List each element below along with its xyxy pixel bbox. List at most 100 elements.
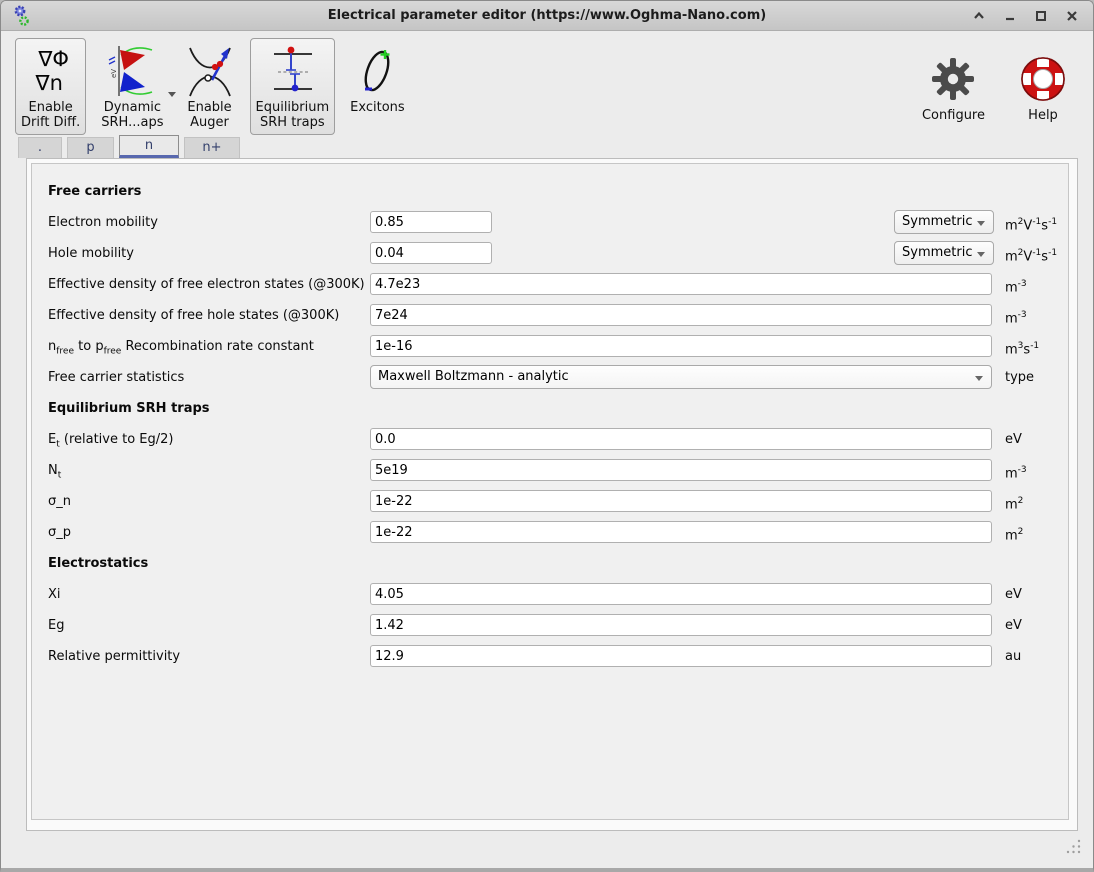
value-input[interactable] [370,428,992,450]
tab-dot[interactable]: . [18,137,62,158]
toolbar-button-label: Configure [921,108,985,123]
tab-p[interactable]: p [67,137,114,158]
value-input[interactable] [370,273,992,295]
resize-grip[interactable] [1065,838,1083,860]
toolbar-button-label: Dynamic [103,100,162,115]
field-label: Eg [48,618,65,633]
toolbar-button-label: Enable [28,100,73,115]
parameter-row: nfree to pfree Recombination rate consta… [32,331,1068,362]
toolbar-button-label: SRH...aps [101,115,164,130]
window-title: Electrical parameter editor (https://www… [327,8,767,23]
parameter-row: Effective density of free electron state… [32,269,1068,300]
symmetry-dropdown[interactable]: Symmetric [894,241,994,265]
toolbar: ∇Φ ∇n Enable Drift Diff. eV Dynamic SRH.… [1,32,1093,136]
value-input[interactable] [370,211,492,233]
dropdown-arrow-icon[interactable] [167,92,176,97]
field-label: nfree to pfree Recombination rate consta… [48,339,314,357]
equilibrium-srh-traps-button[interactable]: Equilibrium SRH traps [249,38,336,135]
close-button[interactable] [1061,5,1083,27]
lifebuoy-icon [1019,50,1067,108]
app-window: Electrical parameter editor (https://www… [0,0,1094,872]
nabla-drift-diffusion-icon: ∇Φ ∇n [35,47,69,95]
toolbar-button-label: Equilibrium [255,100,330,115]
value-input[interactable] [370,242,492,264]
toolbar-button-label: Help [1028,108,1058,123]
value-input[interactable] [370,335,992,357]
value-input[interactable] [370,521,992,543]
chevron-down-icon [977,252,985,257]
unit-label: eV [1005,618,1022,633]
unit-label: m-3 [1005,279,1027,296]
dynamic-srh-traps-button[interactable]: eV Dynamic SRH...aps [95,38,176,135]
parameter-row: Xi eV [32,579,1068,610]
unit-label: m-3 [1005,465,1027,482]
minimize-button[interactable] [999,5,1021,27]
value-input[interactable] [370,490,992,512]
exciton-ellipse-icon [352,42,402,100]
window-controls [968,1,1083,31]
dropdown-value: Symmetric [902,245,973,260]
maximize-button[interactable] [1030,5,1052,27]
chevron-down-icon [977,221,985,226]
statistics-dropdown[interactable]: Maxwell Boltzmann - analytic [370,365,992,389]
section-title: Electrostatics [48,556,149,571]
value-input[interactable] [370,645,992,667]
toolbar-right-group: Configure Help [916,38,1073,128]
toolbar-left-group: ∇Φ ∇n Enable Drift Diff. eV Dynamic SRH.… [15,38,411,135]
field-label: Et (relative to Eg/2) [48,432,174,450]
layer-tab-bar: . p n n+ [18,135,240,158]
parameter-row: Free carrier statistics Maxwell Boltzmann… [32,362,1068,393]
field-label: Nt [48,463,62,481]
field-label: Effective density of free hole states (@… [48,308,340,323]
auger-recombination-icon [185,42,235,100]
section-header: Equilibrium SRH traps [32,393,1068,424]
configure-button[interactable]: Configure [916,46,991,128]
field-label: Free carrier statistics [48,370,185,385]
unit-label: eV [1005,587,1022,602]
chevron-down-icon [975,376,983,381]
tab-nplus[interactable]: n+ [184,137,240,158]
toolbar-button-label: Excitons [350,100,405,115]
parameter-row: Nt m-3 [32,455,1068,486]
toolbar-button-label: Drift Diff. [21,115,81,130]
section-header: Free carriers [32,176,1068,207]
band-diagram-icon: eV [106,42,158,100]
value-input[interactable] [370,583,992,605]
tab-n[interactable]: n [119,135,179,158]
value-input[interactable] [370,304,992,326]
unit-label: m-3 [1005,310,1027,327]
parameter-row: Effective density of free hole states (@… [32,300,1068,331]
field-label: σ_p [48,525,71,540]
unit-label: m2V-1s-1 [1005,248,1058,265]
symmetry-dropdown[interactable]: Symmetric [894,210,994,234]
field-label: σ_n [48,494,71,509]
section-header: Electrostatics [32,548,1068,579]
enable-auger-button[interactable]: Enable Auger [179,38,241,135]
trap-levels-icon [266,42,318,100]
gear-icon [930,50,976,108]
field-label: Electron mobility [48,215,158,230]
parameter-row: Et (relative to Eg/2) eV [32,424,1068,455]
field-label: Effective density of free electron state… [48,277,365,292]
help-button[interactable]: Help [1013,46,1073,128]
value-input[interactable] [370,614,992,636]
value-input[interactable] [370,459,992,481]
title-bar[interactable]: Electrical parameter editor (https://www… [1,1,1093,31]
enable-drift-diff-button[interactable]: ∇Φ ∇n Enable Drift Diff. [15,38,87,135]
form-panel: Free carriers Electron mobility Symmetric m… [31,163,1069,820]
parameter-row: Electron mobility Symmetric m2V-1s-1 [32,207,1068,238]
unit-label: m3s-1 [1005,341,1040,358]
unit-label: eV [1005,432,1022,447]
unit-label: m2 [1005,496,1024,513]
excitons-button[interactable]: Excitons [344,38,411,120]
field-label: Xi [48,587,61,602]
section-title: Equilibrium SRH traps [48,401,210,416]
svg-text:eV: eV [110,69,118,78]
unit-label: au [1005,649,1022,664]
section-title: Free carriers [48,184,142,199]
shade-button[interactable] [968,5,990,27]
unit-label: m2 [1005,527,1024,544]
field-label: Hole mobility [48,246,134,261]
parameter-row: σ_p m2 [32,517,1068,548]
dropdown-value: Symmetric [902,214,973,229]
